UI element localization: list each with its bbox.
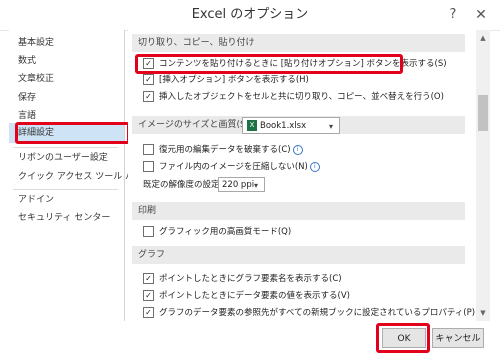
scrollbar-track[interactable]: [476, 30, 490, 321]
cancel-button[interactable]: キャンセル: [432, 328, 484, 348]
resolution-select[interactable]: 220 ppi ▾: [218, 177, 265, 192]
sidebar: 基本設定 数式 文章校正 保存 言語 詳細設定 リボンのユーザー設定 クイック …: [9, 30, 143, 321]
close-button[interactable]: ✕: [472, 6, 490, 24]
scrollbar-thumb[interactable]: [478, 95, 488, 131]
excel-file-icon: X: [247, 120, 257, 131]
checkbox-checked[interactable]: ✓: [143, 73, 154, 85]
option-show-data-point-values[interactable]: ✓ ポイントしたときにデータ要素の値を表示する(V): [143, 288, 350, 304]
option-show-chart-element-names[interactable]: ✓ ポイントしたときにグラフ要素名を表示する(C): [143, 271, 342, 287]
option-cut-copy-sort-objects[interactable]: ✓ 挿入したオブジェクトをセルと共に切り取り、コピー、並べ替えを行う(O): [143, 89, 444, 105]
info-icon: i: [292, 145, 303, 155]
scroll-up-icon[interactable]: ▲: [476, 32, 490, 44]
paste-option-highlight-box: [135, 54, 403, 74]
option-label: ポイントしたときにデータ要素の値を表示する(V): [159, 291, 350, 301]
sidebar-advanced-highlight-box: [15, 122, 130, 144]
checkbox-checked[interactable]: ✓: [143, 306, 154, 318]
help-button[interactable]: ?: [444, 6, 462, 24]
option-label: ファイル内のイメージを圧縮しない(N): [159, 162, 308, 172]
checkbox-unchecked[interactable]: [143, 160, 154, 172]
sidebar-item-customize-ribbon[interactable]: リボンのユーザー設定: [9, 148, 124, 168]
option-discard-editing-data[interactable]: 復元用の編集データを破棄する(C) i: [143, 142, 303, 158]
workbook-select[interactable]: X Book1.xlsx ▾: [242, 117, 340, 134]
option-do-not-compress[interactable]: ファイル内のイメージを圧縮しない(N) i: [143, 159, 320, 175]
section-header-graph: グラフ: [132, 246, 465, 264]
workbook-select-value: Book1.xlsx: [260, 121, 307, 131]
sidebar-item-quick-access-toolbar[interactable]: クイック アクセス ツール バー: [9, 167, 143, 187]
option-label: グラフのデータ要素の参照先がすべての新規ブックに設定されているプロパティ(P): [159, 308, 476, 318]
chevron-down-icon: ▾: [253, 181, 258, 190]
checkbox-checked[interactable]: ✓: [143, 272, 154, 284]
chevron-down-icon: ▾: [328, 122, 333, 131]
options-content: 切り取り、コピー、貼り付け ✓ コンテンツを貼り付けるときに [貼り付けオプション…: [128, 30, 476, 321]
sidebar-item-trust-center[interactable]: セキュリティ センター: [9, 208, 124, 228]
window-title: Excel のオプション: [191, 7, 309, 22]
sidebar-item-formulas[interactable]: 数式: [9, 51, 124, 71]
checkbox-unchecked[interactable]: [143, 225, 154, 237]
option-label: 復元用の編集データを破棄する(C): [159, 145, 291, 155]
sidebar-item-save[interactable]: 保存: [9, 88, 124, 108]
sidebar-item-addins[interactable]: アドイン: [9, 190, 124, 210]
sidebar-item-proofing[interactable]: 文章校正: [9, 69, 124, 89]
option-chart-properties-follow[interactable]: ✓ グラフのデータ要素の参照先がすべての新規ブックに設定されているプロパティ(P)…: [143, 305, 476, 321]
checkbox-checked[interactable]: ✓: [143, 90, 154, 102]
section-header-cut-copy-paste: 切り取り、コピー、貼り付け: [132, 34, 465, 52]
option-label: 挿入したオブジェクトをセルと共に切り取り、コピー、並べ替えを行う(O): [159, 92, 444, 102]
sidebar-item-general[interactable]: 基本設定: [9, 33, 124, 53]
option-label: ポイントしたときにグラフ要素名を表示する(C): [159, 274, 342, 284]
checkbox-checked[interactable]: ✓: [143, 289, 154, 301]
checkbox-unchecked[interactable]: [143, 143, 154, 155]
option-high-quality-graphics[interactable]: グラフィック用の高画質モード(Q): [143, 224, 291, 240]
ok-button-highlight-box: [376, 323, 430, 353]
option-label: グラフィック用の高画質モード(Q): [159, 227, 292, 237]
option-label: [挿入オプション] ボタンを表示する(H): [159, 75, 309, 85]
scroll-down-icon[interactable]: ▼: [476, 307, 490, 319]
section-header-print: 印刷: [132, 202, 465, 220]
option-show-insert-options[interactable]: ✓ [挿入オプション] ボタンを表示する(H): [143, 72, 309, 88]
info-icon: i: [309, 162, 320, 172]
